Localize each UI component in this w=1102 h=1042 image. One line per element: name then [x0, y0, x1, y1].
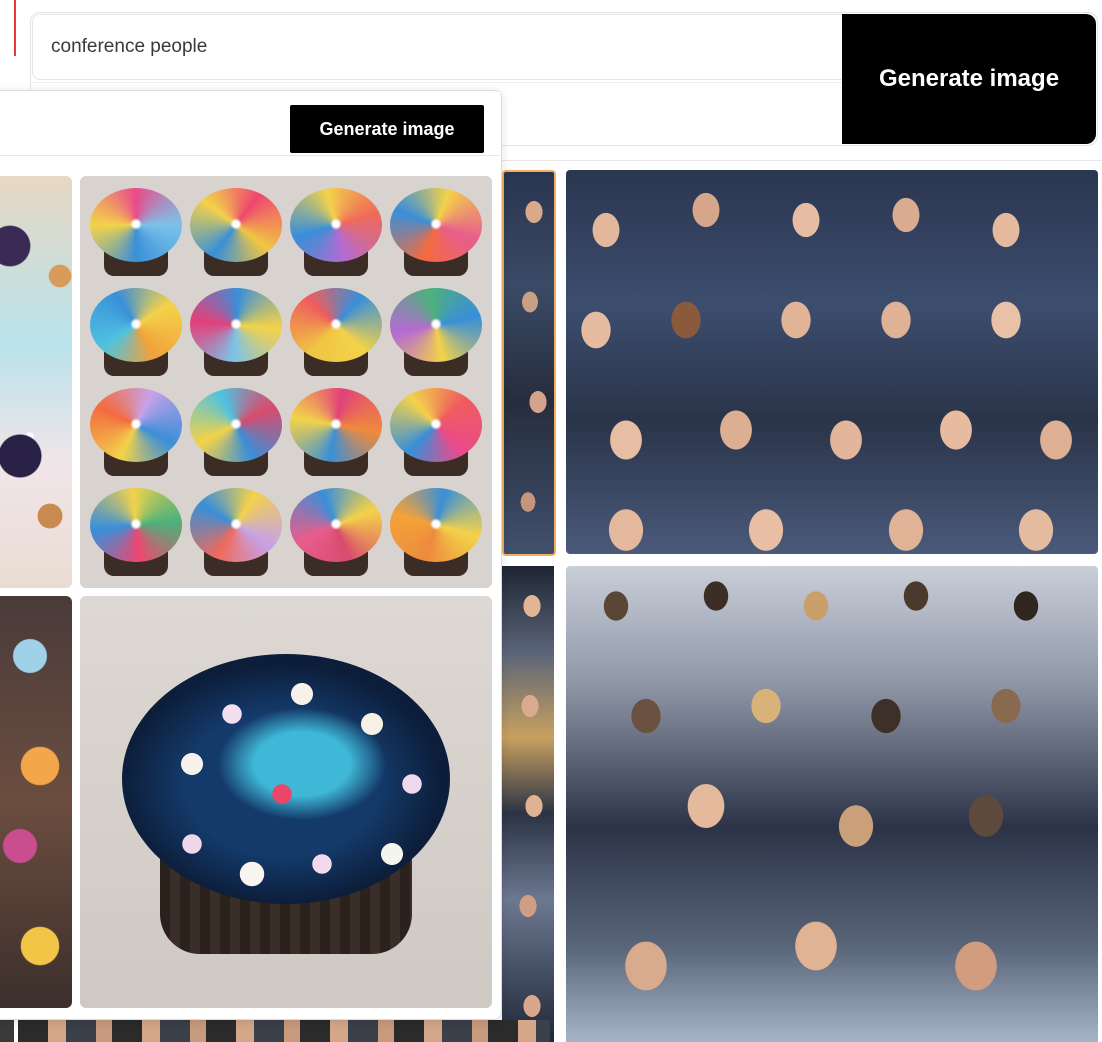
back-prompt-input[interactable]	[32, 14, 844, 80]
cupcake	[388, 484, 484, 580]
back-generate-image-button[interactable]: Generate image	[842, 14, 1096, 144]
cupcake-frosting	[190, 488, 282, 562]
cupcake-illustration	[120, 644, 452, 964]
cupcake-frosting	[190, 188, 282, 262]
cupcake	[188, 384, 284, 480]
back-image-portraits-strip-lower[interactable]	[502, 566, 554, 1042]
back-image-portraits-strip[interactable]	[502, 170, 556, 556]
window-edge-accent	[0, 0, 16, 56]
cupcake-frosting	[390, 388, 482, 462]
cupcake	[188, 484, 284, 580]
cupcake	[388, 284, 484, 380]
cupcake-frosting	[290, 488, 382, 562]
cupcake-frosting	[290, 388, 382, 462]
front-image-galaxy-cupcake-closeup[interactable]	[80, 596, 492, 1008]
cupcake	[88, 184, 184, 280]
cupcake-frosting	[290, 288, 382, 362]
front-image-bottom-left[interactable]	[0, 1020, 14, 1042]
cupcake	[88, 284, 184, 380]
cupcake	[388, 184, 484, 280]
back-divider	[500, 160, 1102, 161]
cupcake	[188, 184, 284, 280]
app-stage: Generate image Generate image	[0, 0, 1102, 1042]
cupcake	[288, 184, 384, 280]
back-image-conference-crowd[interactable]	[566, 170, 1098, 554]
front-generate-image-button[interactable]: Generate image	[290, 105, 484, 153]
cupcake-frosting	[390, 488, 482, 562]
cupcake-frosting	[90, 388, 182, 462]
cupcake	[188, 284, 284, 380]
front-image-galaxy-cupcake-partial[interactable]	[0, 176, 72, 588]
cupcake-frosting	[390, 188, 482, 262]
cupcake-frosting	[190, 388, 282, 462]
cupcake	[288, 284, 384, 380]
front-image-rainbow-cupcakes-partial[interactable]	[0, 596, 72, 1008]
cupcake	[388, 384, 484, 480]
cupcake-frosting	[90, 488, 182, 562]
cupcake-frosting	[290, 188, 382, 262]
cupcake-frosting	[90, 288, 182, 362]
cupcake	[288, 484, 384, 580]
cupcake	[88, 484, 184, 580]
cupcake-frosting	[390, 288, 482, 362]
cupcake-frosting	[90, 188, 182, 262]
cupcake-frosting	[122, 654, 450, 904]
back-image-conference-audience[interactable]	[566, 566, 1098, 1042]
front-image-galaxy-cupcakes-grid[interactable]	[80, 176, 492, 588]
cupcake-frosting	[190, 288, 282, 362]
front-image-bottom-row[interactable]	[18, 1020, 550, 1042]
cupcake	[88, 384, 184, 480]
cupcake	[288, 384, 384, 480]
